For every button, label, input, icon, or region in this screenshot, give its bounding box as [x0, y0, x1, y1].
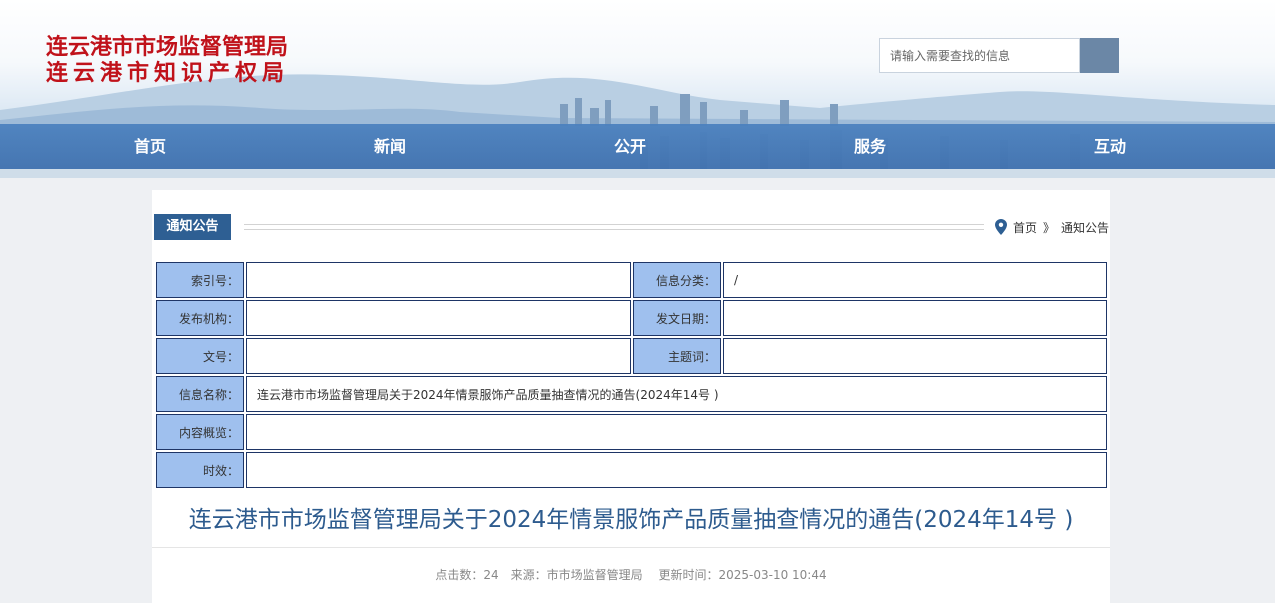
class-value: /	[723, 262, 1107, 298]
name-label: 信息名称：	[156, 376, 244, 412]
update-time: 更新时间：2025-03-10 10:44	[658, 568, 827, 582]
table-row: 内容概览：	[156, 414, 1107, 450]
breadcrumb-separator: 》	[1043, 220, 1056, 235]
org-name-secondary: 连云港市知识产权局	[46, 60, 290, 86]
index-label: 索引号：	[156, 262, 244, 298]
date-label: 发文日期：	[633, 300, 721, 336]
search-input[interactable]	[879, 38, 1080, 73]
org-value	[246, 300, 631, 336]
nav-home[interactable]: 首页	[90, 124, 210, 169]
breadcrumb-current[interactable]: 通知公告	[1061, 219, 1109, 236]
table-row: 发布机构： 发文日期：	[156, 300, 1107, 336]
nav-open[interactable]: 公开	[570, 124, 690, 169]
click-count: 点击数：24	[435, 568, 499, 582]
name-value: 连云港市市场监督管理局关于2024年情景服饰产品质量抽查情况的通告(2024年1…	[246, 376, 1107, 412]
docno-label: 文号：	[156, 338, 244, 374]
breadcrumb: 首页 》 通知公告	[995, 217, 1109, 237]
validity-value	[246, 452, 1107, 488]
class-label: 信息分类：	[633, 262, 721, 298]
date-value	[723, 300, 1107, 336]
search-box	[879, 38, 1119, 73]
topic-value	[723, 338, 1107, 374]
location-pin-icon	[995, 219, 1007, 235]
header-banner: 连云港市市场监督管理局 连云港市知识产权局 首页 新闻 公开 服务 互动	[0, 0, 1275, 178]
summary-label: 内容概览：	[156, 414, 244, 450]
category-tag: 通知公告	[154, 214, 231, 240]
site-logo[interactable]: 连云港市市场监督管理局 连云港市知识产权局	[46, 34, 289, 86]
validity-label: 时效：	[156, 452, 244, 488]
breadcrumb-home[interactable]: 首页	[1013, 219, 1037, 236]
table-row: 时效：	[156, 452, 1107, 488]
table-row: 文号： 主题词：	[156, 338, 1107, 374]
article-title: 连云港市市场监督管理局关于2024年情景服饰产品质量抽查情况的通告(2024年1…	[152, 492, 1110, 548]
index-value	[246, 262, 631, 298]
info-table: 索引号： 信息分类： / 发布机构： 发文日期： 文号： 主题词： 信息名称： …	[154, 260, 1109, 490]
article-meta: 点击数：24 来源：市市场监督管理局 更新时间：2025-03-10 10:44	[152, 566, 1110, 583]
article-source: 来源：市市场监督管理局	[510, 568, 643, 582]
main-nav: 首页 新闻 公开 服务 互动	[0, 124, 1275, 169]
table-row: 索引号： 信息分类： /	[156, 262, 1107, 298]
org-label: 发布机构：	[156, 300, 244, 336]
table-row: 信息名称： 连云港市市场监督管理局关于2024年情景服饰产品质量抽查情况的通告(…	[156, 376, 1107, 412]
nav-news[interactable]: 新闻	[330, 124, 450, 169]
nav-interact[interactable]: 互动	[1050, 124, 1170, 169]
header-divider	[244, 224, 984, 230]
search-button[interactable]	[1080, 38, 1119, 73]
topic-label: 主题词：	[633, 338, 721, 374]
org-name-primary: 连云港市市场监督管理局	[46, 34, 289, 60]
content-panel: 通知公告 首页 》 通知公告 索引号： 信息分类： / 发布机构： 发文日期： …	[152, 190, 1110, 603]
nav-service[interactable]: 服务	[810, 124, 930, 169]
summary-value	[246, 414, 1107, 450]
docno-value	[246, 338, 631, 374]
